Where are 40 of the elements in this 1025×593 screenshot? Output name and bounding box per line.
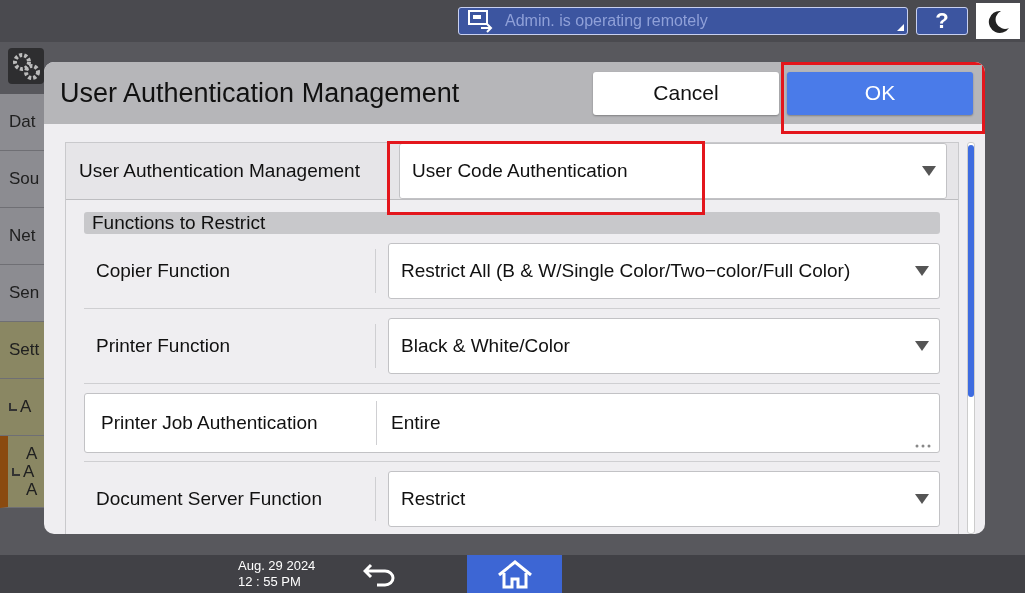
sidebar-item[interactable]: A <box>0 379 46 436</box>
dropdown-field[interactable]: Restrict <box>388 471 940 527</box>
dropdown-caret-icon <box>915 341 929 351</box>
tree-branch-icon <box>12 467 20 476</box>
moon-icon <box>986 9 1010 33</box>
time-text: 12 : 55 PM <box>238 574 302 590</box>
section-header: Functions to Restrict <box>84 212 940 234</box>
dropdown-caret-icon <box>915 266 929 276</box>
setting-card[interactable]: Printer Job Authentication Entire <box>84 393 940 453</box>
home-icon <box>495 558 534 590</box>
sidebar-item[interactable]: A A A <box>0 436 46 508</box>
date-text: Aug. 29 2024 <box>238 558 316 574</box>
sidebar-item[interactable]: Sou <box>0 151 46 208</box>
setting-label: User Authentication Management <box>79 149 389 193</box>
more-icon <box>915 444 931 448</box>
setting-label: Copier Function <box>84 249 376 293</box>
sidebar-item[interactable]: Sen <box>0 265 46 322</box>
dropdown-caret-icon <box>922 166 936 176</box>
setting-value: Entire <box>390 412 441 434</box>
remote-screen-icon <box>467 9 493 33</box>
scrollbar-thumb[interactable] <box>968 145 974 397</box>
sidebar-item[interactable]: Sett <box>0 322 46 379</box>
sidebar-item[interactable]: Net <box>0 208 46 265</box>
sidebar-item[interactable]: Dat <box>0 94 46 151</box>
cancel-button[interactable]: Cancel <box>593 71 779 115</box>
dialog-title: User Authentication Management <box>60 77 461 109</box>
setting-label: Document Server Function <box>84 477 376 521</box>
remote-operation-banner[interactable]: Admin. is operating remotely <box>458 7 908 35</box>
gears-icon <box>11 51 41 81</box>
ok-button[interactable]: OK <box>787 71 973 115</box>
home-button[interactable] <box>467 555 563 593</box>
dropdown-field[interactable]: Black & White/Color <box>388 318 940 374</box>
tree-branch-icon <box>9 403 17 411</box>
dropdown-field[interactable]: Restrict All (B & W/Single Color/Two−color/Full Color) <box>388 243 940 299</box>
help-button[interactable]: ? <box>916 7 968 35</box>
night-mode-button[interactable] <box>976 3 1020 39</box>
dropdown-caret-icon <box>915 494 929 504</box>
setting-label: Printer Function <box>84 324 376 368</box>
dropdown-field[interactable]: User Code Authentication <box>399 143 947 199</box>
setting-label: Printer Job Authentication <box>85 401 377 445</box>
